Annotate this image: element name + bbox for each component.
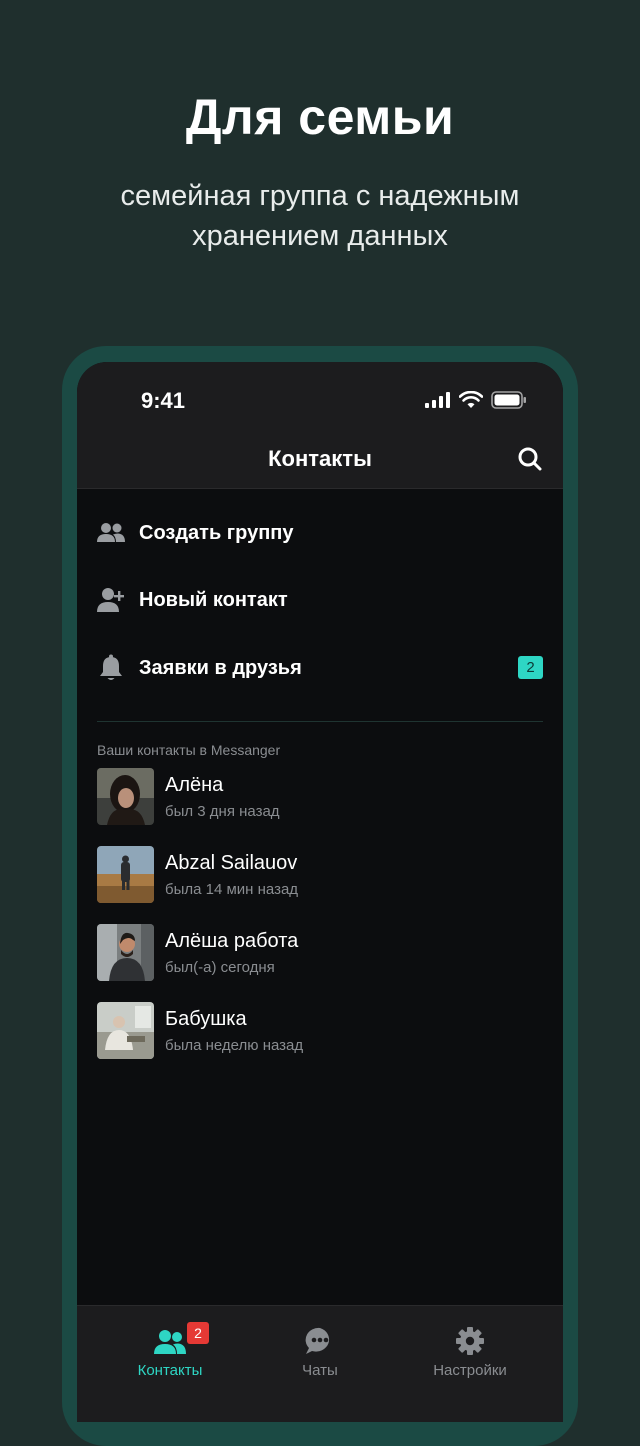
tab-chats[interactable]: Чаты <box>239 1306 401 1396</box>
promo-title: Для семьи <box>185 89 455 145</box>
friend-requests-button[interactable]: Заявки в друзья 2 <box>97 648 543 688</box>
avatar <box>97 1002 154 1059</box>
friend-requests-label: Заявки в друзья <box>139 656 302 679</box>
contact-name: Алёша работа <box>165 930 299 952</box>
contact-name: Бабушка <box>165 1008 247 1030</box>
avatar <box>97 924 154 981</box>
contact-status: была 14 мин назад <box>165 881 299 898</box>
tab-label: Чаты <box>302 1362 338 1379</box>
contact-item[interactable]: Abzal Sailauov была 14 мин назад <box>97 846 543 904</box>
contacts-tab-badge: 2 <box>187 1322 209 1344</box>
add-contact-icon <box>97 586 125 614</box>
gear-icon <box>456 1327 484 1355</box>
contact-item[interactable]: Алёна был 3 дня назад <box>97 768 543 826</box>
tab-contacts[interactable]: 2 Контакты <box>89 1306 251 1396</box>
tab-bar: 2 Контакты Чаты Настройки <box>77 1305 563 1422</box>
new-contact-label: Новый контакт <box>139 588 288 611</box>
contact-name: Abzal Sailauov <box>165 852 298 874</box>
signal-icon <box>425 392 450 408</box>
contact-item[interactable]: Бабушка была неделю назад <box>97 1002 543 1060</box>
contact-status: был 3 дня назад <box>165 803 280 820</box>
status-icons <box>425 390 527 410</box>
wifi-icon <box>459 391 483 408</box>
contacts-icon <box>154 1330 186 1354</box>
status-time: 9:41 <box>141 388 186 413</box>
tab-label: Настройки <box>433 1362 507 1379</box>
battery-icon <box>491 391 526 409</box>
promo-subtitle: семейная группа с надежным хранением дан… <box>120 180 520 252</box>
page-title: Контакты <box>268 446 372 471</box>
create-group-label: Создать группу <box>139 521 294 544</box>
divider <box>97 721 543 722</box>
create-group-button[interactable]: Создать группу <box>97 513 543 553</box>
avatar <box>97 768 154 825</box>
contact-status: был(-а) сегодня <box>165 959 275 976</box>
search-icon[interactable] <box>517 446 543 472</box>
new-contact-button[interactable]: Новый контакт <box>97 580 543 620</box>
phone-screen: 9:41 Контакты Создать группу Новый конта… <box>77 362 563 1422</box>
contact-name: Алёна <box>165 774 224 796</box>
contact-item[interactable]: Алёша работа был(-а) сегодня <box>97 924 543 982</box>
group-icon <box>97 519 125 547</box>
tab-settings[interactable]: Настройки <box>389 1306 551 1396</box>
chat-icon <box>305 1327 330 1354</box>
section-label: Ваши контакты в Messanger <box>97 742 281 758</box>
app-header: 9:41 Контакты <box>77 362 563 489</box>
contact-status: была неделю назад <box>165 1037 304 1054</box>
tab-label: Контакты <box>137 1362 203 1379</box>
bell-icon <box>97 654 125 682</box>
avatar <box>97 846 154 903</box>
friend-requests-badge: 2 <box>518 656 543 679</box>
